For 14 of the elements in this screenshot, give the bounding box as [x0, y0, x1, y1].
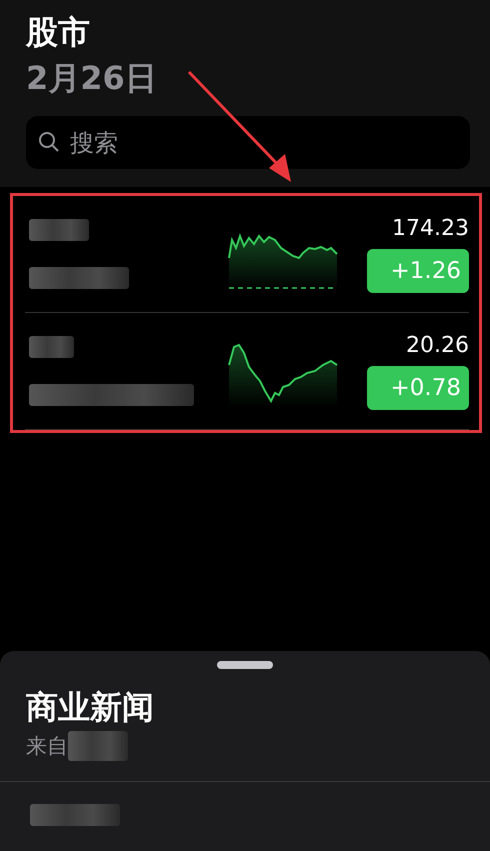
- redacted-block: [29, 219, 89, 241]
- redacted-block: [68, 731, 128, 761]
- sheet-grabber[interactable]: [217, 661, 273, 669]
- page-title: 股市: [26, 12, 91, 52]
- change-badge[interactable]: +1.26: [367, 248, 469, 292]
- stock-price: 20.26: [406, 332, 469, 358]
- date-label: 2月26日: [26, 58, 158, 99]
- search-icon: [38, 131, 60, 153]
- redacted-block: [29, 336, 74, 358]
- search-field[interactable]: 搜索: [26, 116, 470, 169]
- news-title: 商业新闻: [26, 687, 155, 727]
- change-badge[interactable]: +0.78: [367, 366, 469, 410]
- news-source: 来自: [26, 733, 68, 760]
- stock-price: 174.23: [392, 216, 469, 240]
